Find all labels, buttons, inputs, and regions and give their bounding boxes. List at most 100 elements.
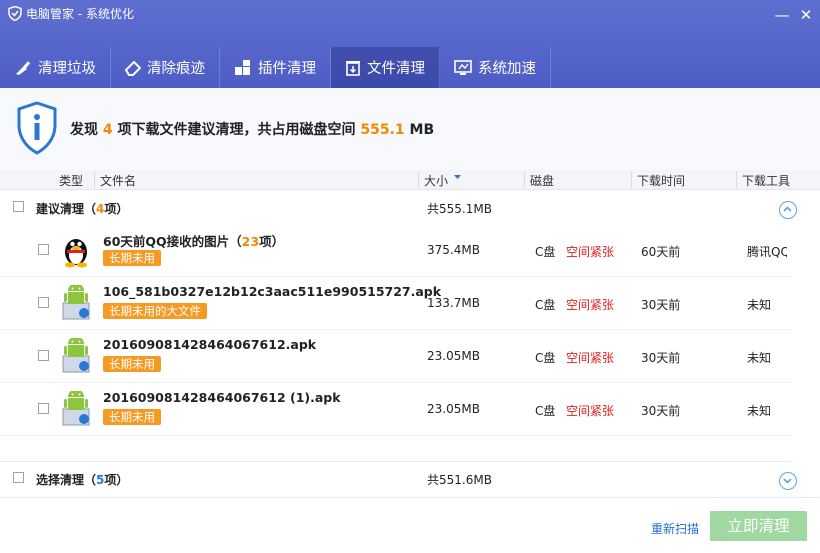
row-checkbox[interactable] [38, 403, 49, 414]
tab-system-speedup[interactable]: 系统加速 [440, 47, 551, 88]
monitor-icon [454, 59, 472, 75]
scan-summary: 发现 4 项下载文件建议清理，共占用磁盘空间 555.1 MB [0, 88, 820, 171]
paren-close: 项） [259, 234, 285, 249]
download-time: 30天前 [641, 351, 681, 365]
file-size: 375.4MB [427, 243, 480, 257]
group-optional[interactable]: 选择清理（5项） 共551.6MB [0, 461, 797, 496]
paren-open: （ [84, 202, 97, 216]
file-name: 20160908142846406761​2.apk [103, 337, 317, 352]
puzzle-icon [235, 59, 250, 75]
summary-size: 555.1 [360, 122, 405, 138]
android-apk-icon [62, 285, 90, 320]
disk-status: 空间紧张 [566, 351, 615, 365]
file-name: 60天前QQ接收的图片（23项） [103, 231, 284, 250]
download-time: 30天前 [641, 404, 681, 418]
group-total: 共555.1MB [427, 202, 492, 216]
tab-clean-junk[interactable]: 清理垃圾 [0, 47, 111, 88]
row-checkbox[interactable] [38, 244, 49, 255]
disk-label: C盘 [535, 351, 556, 365]
disk-status: 空间紧张 [566, 404, 615, 418]
col-type[interactable]: 类型 [59, 172, 83, 189]
status-badge: 长期未用 [103, 409, 161, 425]
download-tool: 未知 [747, 298, 772, 312]
table-row[interactable]: 201609081428464067612 (1).apk 长期未用 23.05… [0, 383, 790, 436]
sort-desc-icon [454, 175, 461, 179]
table-row[interactable]: 20160908142846406761​2.apk 长期未用 23.05MB … [0, 330, 790, 383]
group-label: 选择清理 [36, 473, 85, 487]
shield-logo-icon [8, 6, 22, 21]
broom-icon [16, 60, 31, 75]
column-divider [631, 171, 632, 188]
tab-label: 文件清理 [367, 61, 425, 77]
row-checkbox[interactable] [38, 297, 49, 308]
summary-prefix: 发现 [70, 122, 98, 138]
file-size: 23.05MB [427, 402, 480, 416]
table-row[interactable]: 60天前QQ接收的图片（23项） 长期未用 375.4MB C盘 空间紧张 60… [0, 224, 790, 277]
group-label: 建议清理 [36, 202, 85, 216]
download-tool: 腾讯QQ [747, 245, 787, 259]
disk-status: 空间紧张 [566, 298, 615, 312]
download-time: 30天前 [641, 298, 681, 312]
item-count: 23 [241, 234, 260, 249]
tab-bar: 清理垃圾 清除痕迹 插件清理 文件清理 系统加速 [0, 47, 551, 88]
download-tool: 未知 [747, 404, 772, 418]
disk-status: 空间紧张 [566, 245, 615, 259]
eraser-icon [125, 60, 141, 76]
disk-label: C盘 [535, 245, 556, 259]
tab-label: 插件清理 [258, 61, 316, 77]
tab-label: 清除痕迹 [147, 61, 205, 77]
rescan-link[interactable]: 重新扫描 [651, 520, 699, 537]
col-filename[interactable]: 文件名 [100, 172, 136, 189]
group-checkbox[interactable] [13, 472, 24, 483]
collapse-up-icon[interactable] [779, 201, 797, 219]
paren-open: （ [84, 473, 97, 487]
col-disk[interactable]: 磁盘 [530, 172, 554, 189]
minimize-button[interactable]: — [772, 6, 792, 24]
android-apk-icon [62, 391, 90, 426]
disk-label: C盘 [535, 298, 556, 312]
summary-text: 发现 4 项下载文件建议清理，共占用磁盘空间 555.1 MB [70, 119, 434, 139]
col-download-time[interactable]: 下载时间 [637, 172, 685, 189]
app-title: 电脑管家 - 系统优化 [8, 5, 134, 22]
tab-plugin-clean[interactable]: 插件清理 [220, 47, 331, 88]
footer-bar: 重新扫描 立即清理 [0, 497, 820, 553]
qq-penguin-icon [65, 239, 87, 268]
summary-middle: 项下载文件建议清理，共占用磁盘空间 [117, 122, 356, 138]
file-name: 201609081428464067612 (1).apk [103, 390, 341, 405]
paren-open: （ [229, 234, 242, 249]
close-button[interactable]: ✕ [796, 6, 816, 24]
title-bar: 电脑管家 - 系统优化 — ✕ 清理垃圾 清除痕迹 插件清理 文件清理 系统加速 [0, 0, 820, 88]
group-title: 选择清理（5项） [36, 471, 128, 488]
group-checkbox[interactable] [13, 201, 24, 212]
status-badge: 长期未用的大文件 [103, 303, 207, 319]
trash-file-icon [346, 60, 360, 76]
tab-file-clean[interactable]: 文件清理 [331, 47, 440, 88]
status-badge: 长期未用 [103, 356, 161, 372]
column-divider [736, 171, 737, 188]
download-time: 60天前 [641, 245, 681, 259]
tab-label: 清理垃圾 [38, 61, 96, 77]
group-total: 共551.6MB [427, 473, 492, 487]
status-badge: 长期未用 [103, 250, 161, 266]
expand-down-icon[interactable] [779, 472, 797, 490]
table-row[interactable]: 106_581b0327e12b12c3aac511e990515727.apk… [0, 277, 790, 330]
group-suggested[interactable]: 建议清理（4项） 共555.1MB [0, 190, 797, 224]
col-download-tool[interactable]: 下载工具 [742, 172, 790, 189]
col-size[interactable]: 大小 [424, 172, 448, 189]
row-checkbox[interactable] [38, 350, 49, 361]
clean-now-button[interactable]: 立即清理 [710, 511, 807, 541]
file-size: 133.7MB [427, 296, 480, 310]
file-size: 23.05MB [427, 349, 480, 363]
android-apk-icon [62, 338, 90, 373]
summary-unit: MB [409, 122, 435, 138]
paren-close: 项） [104, 473, 129, 487]
paren-close: 项） [104, 202, 129, 216]
column-header: 类型 文件名 大小 磁盘 下载时间 下载工具 [0, 170, 820, 190]
tab-label: 系统加速 [478, 61, 536, 77]
file-name-text: 60天前QQ接收的图片 [103, 234, 230, 249]
column-divider [524, 171, 525, 188]
file-name: 106_581b0327e12b12c3aac511e990515727.apk [103, 284, 442, 299]
tab-clear-traces[interactable]: 清除痕迹 [111, 47, 220, 88]
window-title: 电脑管家 - 系统优化 [26, 7, 134, 21]
disk-label: C盘 [535, 404, 556, 418]
